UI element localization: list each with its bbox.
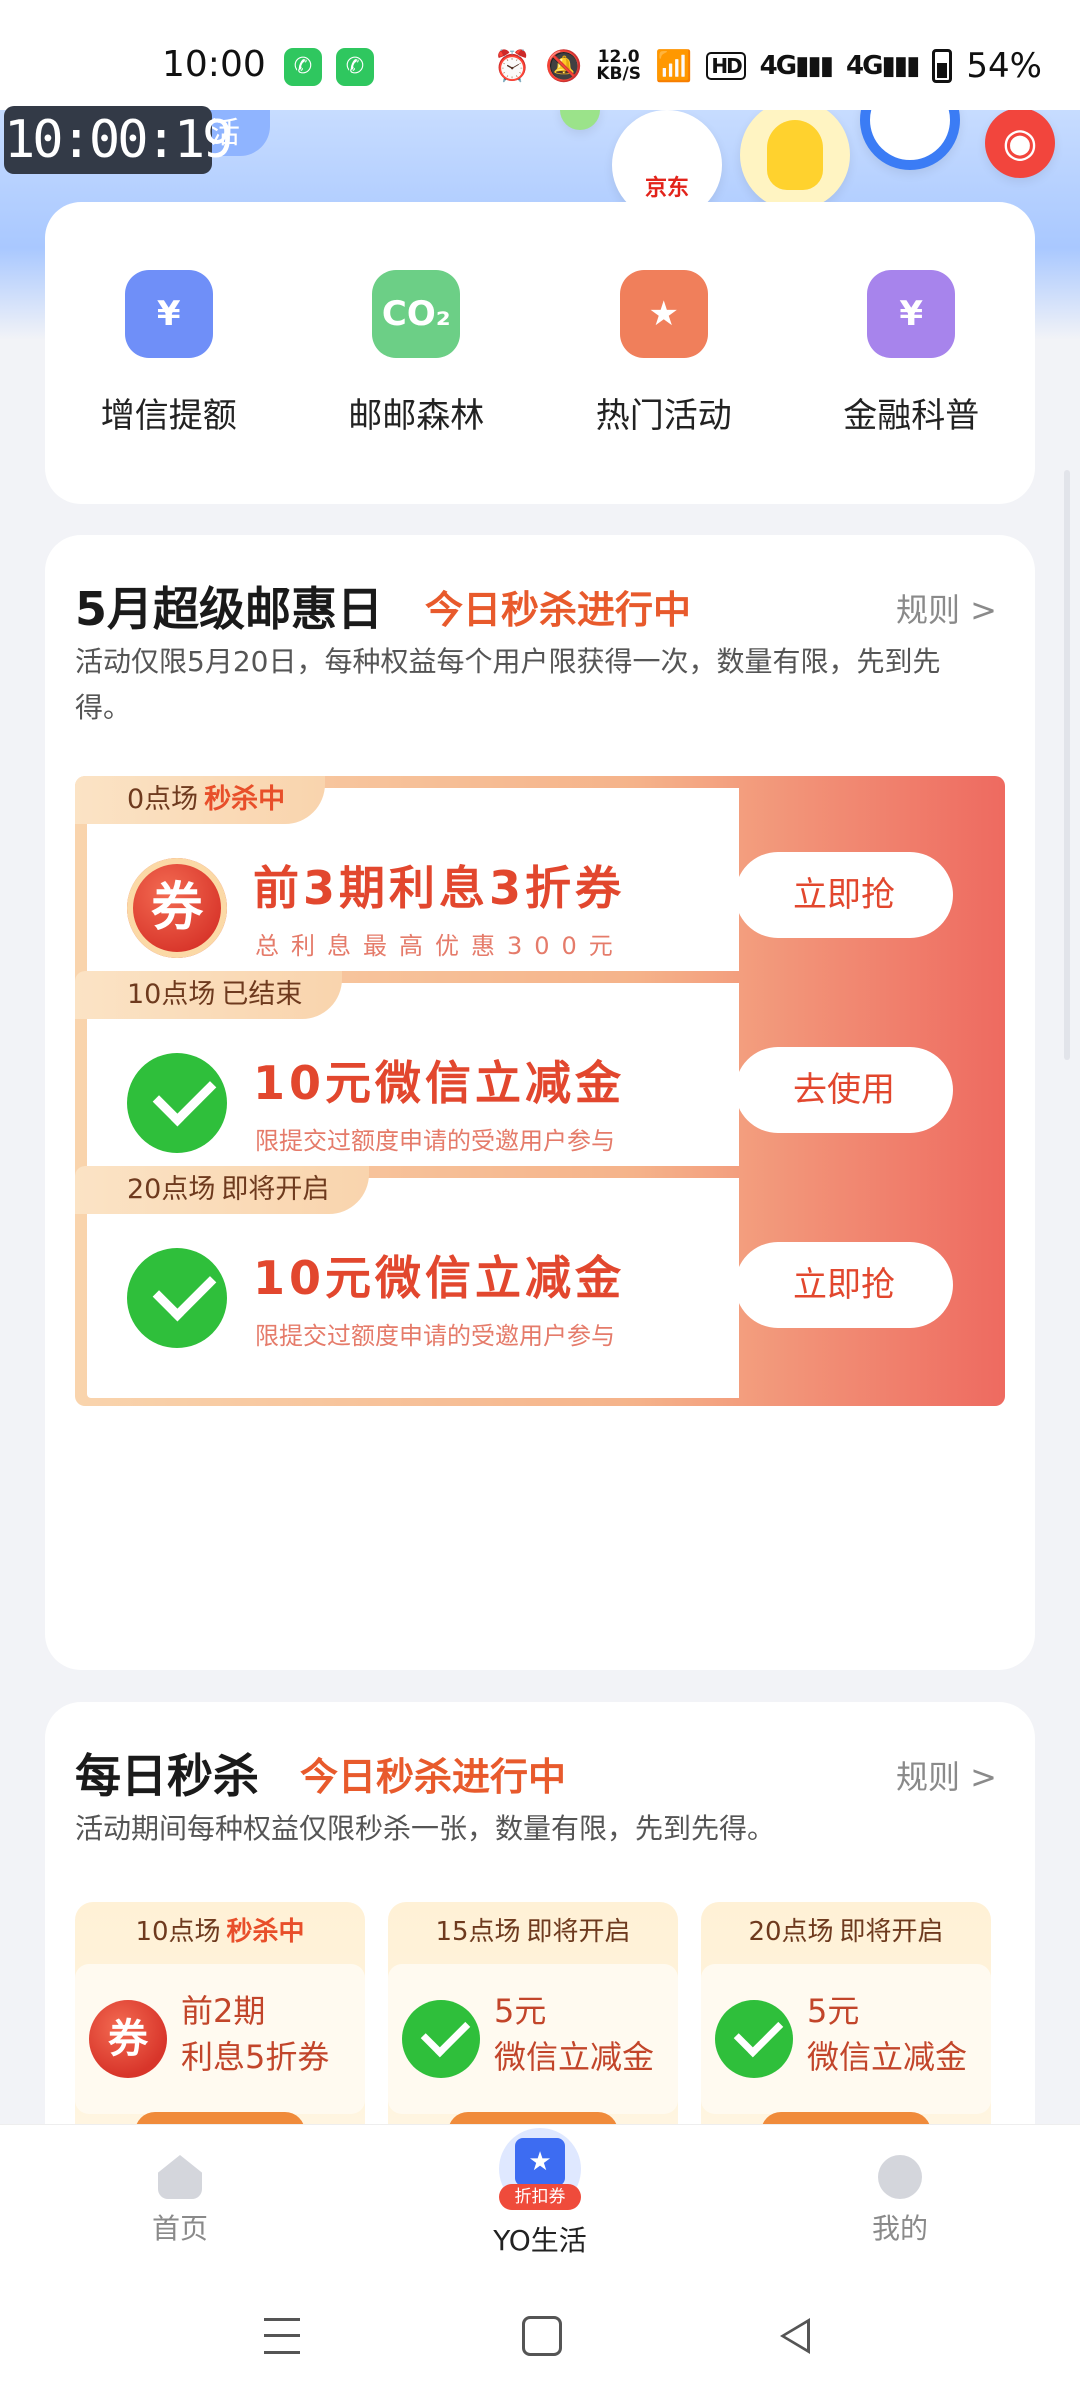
live-status: 今日秒杀进行中 [300,1755,567,1799]
session-tag: 0点场 秒杀中 [75,776,326,824]
back-icon[interactable] [780,2318,810,2354]
flash-item-title: 前2期 利息5折券 [181,1992,330,2076]
nav-yo-life[interactable]: YO生活 [440,2219,640,2259]
session-tag: 20点场 即将开启 [748,1917,944,1947]
quick-menu-item[interactable]: ¥ 金融科普 [811,270,1011,437]
coupon-subtitle: 限提交过额度申请的受邀用户参与 [255,1127,615,1155]
rules-link[interactable]: 规则 > [896,585,997,631]
recent-apps-icon[interactable] [264,2318,300,2354]
quick-menu-label: 增信提额 [100,396,237,436]
flash-item-body: 5元 微信立减金 [701,1964,991,2114]
super-day-section: 5月超级邮惠日 今日秒杀进行中 规则 > 活动仅限5月20日，每种权益每个用户限… [45,535,1035,1670]
status-icons: ⏰ 🔕 12.0 KB/S 📶 HD 4G▮▮▮ 4G▮▮▮ 54% [494,44,1042,88]
nav-home[interactable]: 首页 [80,2155,280,2247]
wechat-icon [127,1053,227,1153]
quick-menu-item[interactable]: ★ 热门活动 [564,270,764,437]
mascot-bubble [740,110,850,210]
mute-bell-icon: 🔕 [545,48,583,84]
profile-icon [878,2155,922,2199]
coupon-action-button[interactable]: 去使用 [735,1047,953,1133]
coupon-icon: 券 [127,858,227,958]
live-status: 今日秒杀进行中 [425,588,692,632]
flash-item-body: 券前2期 利息5折券 [75,1964,365,2114]
battery-icon [932,49,953,83]
coupon-icon: 券 [89,2000,167,2078]
coupon-subtitle: 限提交过额度申请的受邀用户参与 [255,1322,615,1350]
quick-menu-label: 热门活动 [595,396,732,436]
coupon-title: 10元微信立减金 [253,1056,626,1110]
signal-4g-icon: 4G▮▮▮ [759,51,834,81]
wechat-icon [715,2000,793,2078]
section-description: 活动期间每种权益仅限秒杀一张，数量有限，先到先得。 [75,1812,776,1845]
section-title: 每日秒杀 [75,1749,259,1803]
co2-leaf-icon: CO₂ [372,270,461,358]
flash-item-title: 5元 微信立减金 [494,1992,655,2076]
coupon-subtitle: 总利息最高优惠300元 [255,932,625,960]
phone-call-icon: ✆ [284,48,322,86]
nav-mine[interactable]: 我的 [800,2155,1000,2247]
quick-menu-card: ¥ 增信提额 CO₂ 邮邮森林 ★ 热门活动 ¥ 金融科普 [45,202,1035,504]
session-tag: 20点场 即将开启 [75,1166,370,1214]
quick-menu-label: 金融科普 [843,396,980,436]
status-bar: 10:00 ✆ ✆ ⏰ 🔕 12.0 KB/S 📶 HD 4G▮▮▮ 4G▮▮▮ … [0,0,1080,110]
partner-bubble [860,110,960,170]
clock: 10:00 [162,44,266,85]
flash-item-body: 5元 微信立减金 [388,1964,678,2114]
battery-percent: 54% [966,46,1042,86]
alarm-icon: ⏰ [493,48,532,84]
session-tag: 15点场 即将开启 [435,1917,631,1947]
coupon-title: 前3期利息3折券 [253,861,626,915]
netease-music-icon: ◉ [985,110,1055,178]
finance-search-icon: ¥ [867,270,956,358]
partner-bubble [560,110,600,130]
discount-badge: 折扣券 [499,2184,581,2210]
system-navigation-bar [0,2274,1080,2400]
quick-menu-item[interactable]: ¥ 增信提额 [69,270,269,437]
signal-4g-icon: 4G▮▮▮ [846,51,920,81]
wifi-icon: 📶 [654,48,693,84]
rules-link[interactable]: 规则 > [896,1752,997,1798]
coupon-action-button[interactable]: 立即抢 [735,852,953,938]
scrollbar[interactable] [1064,470,1070,1060]
shopping-bag-icon: ★ [515,2138,565,2186]
wechat-icon [402,2000,480,2078]
overlay-timer: 10:00:19 [4,106,233,174]
quick-menu-label: 邮邮森林 [348,396,485,436]
coupon-card[interactable]: 20点场 即将开启 10元微信立减金限提交过额度申请的受邀用户参与 立即抢 [75,1166,1005,1406]
coupon-action-button[interactable]: 立即抢 [735,1242,953,1328]
quick-menu-item[interactable]: CO₂ 邮邮森林 [316,270,516,437]
wallet-icon: ¥ [124,270,213,358]
session-tag: 10点场 秒杀中 [135,1917,305,1947]
home-icon [158,2155,202,2199]
coupon-title: 10元微信立减金 [253,1251,626,1305]
section-title: 5月超级邮惠日 [75,582,384,636]
flash-item-title: 5元 微信立减金 [807,1992,968,2076]
wechat-icon [127,1248,227,1348]
network-speed: 12.0 KB/S [596,47,641,84]
session-tag: 10点场 已结束 [75,971,343,1019]
hd-badge: HD [706,52,746,80]
phone-call-icon: ✆ [336,48,374,86]
bookmark-star-icon: ★ [619,270,708,358]
section-description: 活动仅限5月20日，每种权益每个用户限获得一次，数量有限，先到先得。 [75,645,941,724]
home-button-icon[interactable] [522,2316,562,2356]
yo-life-icon[interactable]: ★ 折扣券 [499,2128,581,2210]
